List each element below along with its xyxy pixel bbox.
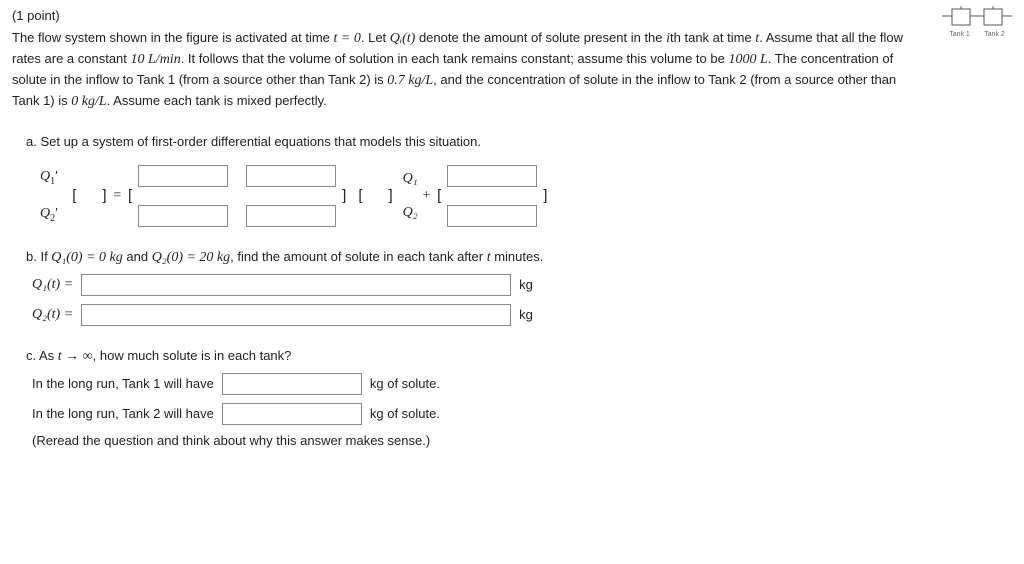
problem-body: The flow system shown in the figure is a… (12, 28, 926, 112)
math: Q₁(0) = 0 kg (51, 250, 122, 265)
text: b. If (26, 249, 51, 264)
text: minutes. (491, 249, 544, 264)
part-b: b. If Q₁(0) = 0 kg and Q₂(0) = 20 kg, fi… (12, 249, 1012, 326)
bracket-open: [ (431, 187, 447, 204)
bracket-close: ] (383, 187, 399, 204)
bracket-close: ] (336, 187, 352, 204)
matrix-a22-input[interactable] (246, 205, 336, 227)
tanks-svg (942, 6, 1012, 30)
text: th tank at time (670, 30, 755, 45)
tank1-label: Tank 1 (949, 31, 970, 38)
problem-header: (1 point) The flow system shown in the f… (12, 6, 1012, 112)
math: t = 0 (334, 31, 361, 46)
math: Qᵢ(t) (390, 31, 416, 46)
matrix-col2 (246, 165, 336, 227)
math: t → ∞ (58, 349, 93, 364)
equals: = (113, 188, 122, 204)
tank2-label: Tank 2 (984, 31, 1005, 38)
text: The flow system shown in the figure is a… (12, 30, 334, 45)
bracket-open: [ (66, 187, 82, 204)
bracket-close: ] (96, 187, 112, 204)
unit-kg: kg (519, 307, 533, 322)
q-vector: Q₁ Q₂ (403, 171, 418, 221)
math: 10 L/min (131, 52, 181, 67)
text: , how much solute is in each tank? (93, 348, 292, 363)
bracket-open: [ (352, 187, 368, 204)
part-c-note: (Reread the question and think about why… (32, 433, 1012, 448)
tank2-longrun-unit: kg of solute. (370, 406, 440, 421)
matrix-equation: Q1′ Q2′ [ ] = [ ] [ ] Q₁ Q₂ + [ (40, 165, 1012, 227)
part-b-label: b. If Q₁(0) = 0 kg and Q₂(0) = 20 kg, fi… (26, 249, 1012, 266)
tank2-longrun-input[interactable] (222, 403, 362, 425)
bracket-close: ] (537, 187, 553, 204)
forcing-1-input[interactable] (447, 165, 537, 187)
q1t-input[interactable] (81, 274, 511, 296)
q1-prime: Q1′ (40, 169, 58, 184)
tanks-diagram: Tank 1 Tank 2 (942, 6, 1012, 38)
text: c. As (26, 348, 58, 363)
q2-prime: Q2′ (40, 206, 58, 221)
forcing-vector (447, 165, 537, 227)
math: 1000 L (728, 52, 767, 67)
part-c-label: c. As t → ∞, how much solute is in each … (26, 348, 1012, 365)
part-a-label: a. Set up a system of first-order differ… (26, 134, 1012, 149)
matrix-a21-input[interactable] (138, 205, 228, 227)
points-label: (1 point) (12, 6, 926, 26)
text: . Let (361, 30, 390, 45)
tank1-longrun-label: In the long run, Tank 1 will have (32, 376, 214, 391)
q2t-label: Q₂(t) = (32, 307, 73, 323)
matrix-col1 (138, 165, 228, 227)
q2-sym: Q₂ (403, 205, 418, 221)
forcing-2-input[interactable] (447, 205, 537, 227)
math: Q₂(0) = 20 kg (152, 250, 230, 265)
text: . Assume each tank is mixed perfectly. (107, 93, 327, 108)
tank2-longrun-label: In the long run, Tank 2 will have (32, 406, 214, 421)
text: and (123, 249, 152, 264)
q1t-label: Q₁(t) = (32, 277, 73, 293)
text: . It follows that the volume of solution… (181, 51, 729, 66)
text: , find the amount of solute in each tank… (230, 249, 487, 264)
q2t-input[interactable] (81, 304, 511, 326)
math: 0 kg/L (71, 94, 106, 109)
plus: + (422, 188, 431, 204)
problem-statement: (1 point) The flow system shown in the f… (12, 6, 926, 112)
part-c: c. As t → ∞, how much solute is in each … (12, 348, 1012, 448)
math: 0.7 kg/L (387, 73, 433, 88)
lhs-vector: Q1′ Q2′ (40, 168, 58, 224)
matrix-a11-input[interactable] (138, 165, 228, 187)
part-a: a. Set up a system of first-order differ… (12, 134, 1012, 227)
text: denote the amount of solute present in t… (415, 30, 666, 45)
tank1-longrun-input[interactable] (222, 373, 362, 395)
q1-sym: Q₁ (403, 171, 418, 187)
unit-kg: kg (519, 277, 533, 292)
matrix-a12-input[interactable] (246, 165, 336, 187)
bracket-open: [ (122, 187, 138, 204)
tank1-longrun-unit: kg of solute. (370, 376, 440, 391)
